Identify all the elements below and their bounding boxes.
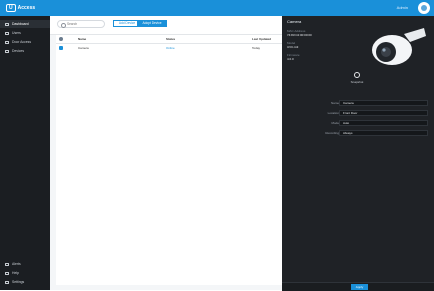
devices-icon [5,49,9,53]
apply-button[interactable]: Apply [351,284,368,290]
sidebar-item-devices[interactable]: Devices [0,47,50,55]
main-content: Add Device Adopt Device Name Status Last… [50,16,282,290]
meta-value: 74:83:C2:00:00:00 [287,32,312,37]
search-box[interactable] [57,20,105,28]
toolbar: Add Device Adopt Device [50,16,282,35]
app-logo-text: Access [17,5,36,11]
meta-firmware: Firmware 4.0.0 [287,53,300,61]
door-icon [5,40,9,44]
sidebar-item-label: Alerts [12,262,21,266]
users-icon [5,31,9,35]
column-header-updated[interactable]: Last Updated [252,37,271,41]
help-icon [5,271,9,275]
sidebar-item-users[interactable]: Users [0,29,50,37]
devices-table: Name Status Last Updated Camera Online T… [56,35,282,285]
sidebar-item-door-access[interactable]: Door Access [0,38,50,46]
mode-select[interactable]: Auto [339,120,428,126]
snapshot-label: Snapshot [350,80,364,84]
field-mode: Mode Auto [287,120,428,126]
snapshot-button[interactable]: Snapshot [350,72,364,86]
camera-image [346,26,426,76]
adopt-device-button[interactable]: Adopt Device [137,20,167,27]
panel-title: Camera [287,19,302,24]
device-detail-panel: Camera MAC Address 74:83:C2:00:00:00 Mod… [282,16,434,291]
field-label: Location [327,111,339,115]
column-header-status[interactable]: Status [166,37,175,41]
select-all-toggle[interactable] [59,37,63,41]
app-logo[interactable]: U Access [6,4,35,12]
sidebar-item-settings[interactable]: Settings [0,278,50,286]
sidebar: Dashboard Users Door Access Devices Aler… [0,16,50,290]
field-label: Recording [325,131,339,135]
sidebar-item-label: Settings [12,280,25,284]
dashboard-icon [5,22,9,26]
sidebar-item-label: Devices [12,49,25,53]
field-recording: Recording Always [287,130,428,136]
device-updated: Today [252,46,261,50]
column-header-name[interactable]: Name [78,37,86,41]
meta-value: 4.0.0 [287,56,294,61]
warning-icon [5,262,9,266]
user-avatar[interactable] [418,2,430,14]
sidebar-item-alerts[interactable]: Alerts [0,260,50,268]
sidebar-item-dashboard[interactable]: Dashboard [0,20,50,28]
search-input[interactable] [67,21,103,27]
top-bar: U Access Admin [0,0,434,16]
sidebar-item-label: Users [12,31,21,35]
user-name[interactable]: Admin [397,5,408,11]
gear-icon [5,280,9,284]
table-header: Name Status Last Updated [56,35,282,44]
name-field[interactable]: Camera [339,100,428,106]
table-row[interactable]: Camera Online Today [56,44,282,53]
field-label: Mode [331,121,339,125]
camera-icon [354,72,360,78]
sidebar-item-label: Help [12,271,19,275]
device-status[interactable]: Online [166,46,175,50]
sidebar-item-label: Dashboard [12,22,29,26]
meta-mac: MAC Address 74:83:C2:00:00:00 [287,29,312,37]
meta-model: Model UVC-G3 [287,41,299,49]
row-checkbox[interactable] [59,46,63,50]
field-location: Location Front Door [287,110,428,116]
recording-select[interactable]: Always [339,130,428,136]
sidebar-item-help[interactable]: Help [0,269,50,277]
sidebar-item-label: Door Access [12,40,32,44]
search-icon [61,22,66,28]
device-name: Camera [78,46,89,50]
field-label: Name [330,101,339,105]
field-name: Name Camera [287,100,428,106]
meta-value: UVC-G3 [287,44,299,49]
location-field[interactable]: Front Door [339,110,428,116]
